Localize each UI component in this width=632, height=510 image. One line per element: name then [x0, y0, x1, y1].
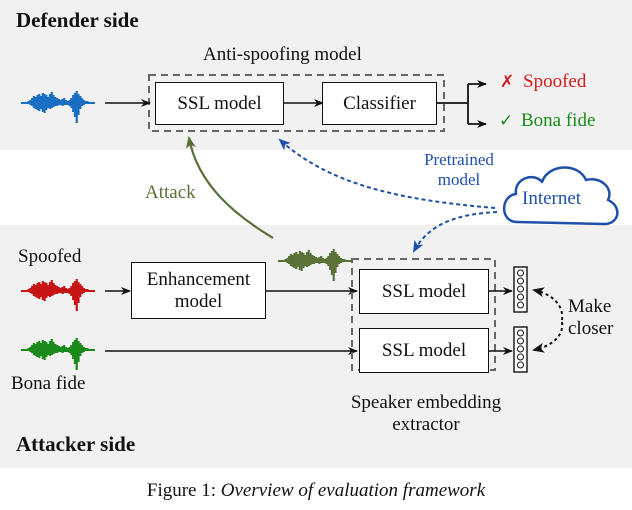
pretrained-to-attacker-arrow: [413, 211, 498, 253]
pretrained-model-label: Pretrained model: [414, 150, 504, 190]
anti-spoofing-model-label: Anti-spoofing model: [203, 44, 362, 65]
spoofed-waveform: [21, 279, 95, 311]
make-closer-arrow-down: [532, 321, 564, 353]
output-spoofed: ✗ Spoofed: [500, 71, 586, 93]
enhancement-model-box: Enhancement model: [131, 262, 266, 319]
enhancement-line1: Enhancement: [146, 268, 251, 290]
output-spoofed-label: Spoofed: [523, 71, 587, 92]
attack-arrow: [185, 136, 274, 239]
caption-text: Overview of evaluation framework: [220, 480, 486, 501]
check-icon: ✓: [499, 111, 514, 131]
bonafide-waveform: [21, 338, 95, 370]
figure-caption: Figure 1: Overview of evaluation framewo…: [0, 480, 632, 502]
attacker-ssl-model-top-box: SSL model: [359, 269, 489, 314]
enhancement-line2: model: [174, 290, 223, 312]
attacker-side-title: Attacker side: [16, 432, 136, 456]
make-closer-line2: closer: [568, 318, 614, 339]
output-bonafide-label: Bona fide: [521, 110, 596, 131]
internet-label: Internet: [522, 188, 582, 209]
bonafide-input-label: Bona fide: [11, 373, 86, 394]
attacker-ssl-model-bottom-box: SSL model: [359, 328, 489, 373]
make-closer-line1: Make: [568, 296, 612, 317]
caption-prefix: Figure 1:: [146, 480, 221, 501]
defender-ssl-model-box: SSL model: [155, 82, 284, 125]
defender-input-waveform: [21, 91, 95, 123]
spoofed-input-label: Spoofed: [18, 246, 82, 267]
make-closer-arrow-up: [532, 287, 564, 321]
defender-side-title: Defender side: [16, 8, 139, 32]
pretrained-label-line2: model: [437, 170, 481, 189]
classifier-box: Classifier: [322, 82, 437, 125]
output-bonafide: ✓ Bona fide: [499, 110, 595, 132]
embedding-vector-bottom: [513, 326, 528, 373]
pretrained-label-line1: Pretrained: [424, 150, 494, 169]
extractor-line2: extractor: [392, 414, 460, 435]
extractor-line1: Speaker embedding: [350, 392, 502, 413]
cross-icon: ✗: [500, 72, 515, 92]
embedding-vector-top: [513, 266, 528, 313]
attack-label: Attack: [145, 182, 196, 203]
speaker-embedding-extractor-label: Speaker embedding extractor: [331, 392, 521, 436]
enhanced-waveform: [278, 249, 352, 281]
make-closer-label: Make closer: [568, 296, 613, 340]
